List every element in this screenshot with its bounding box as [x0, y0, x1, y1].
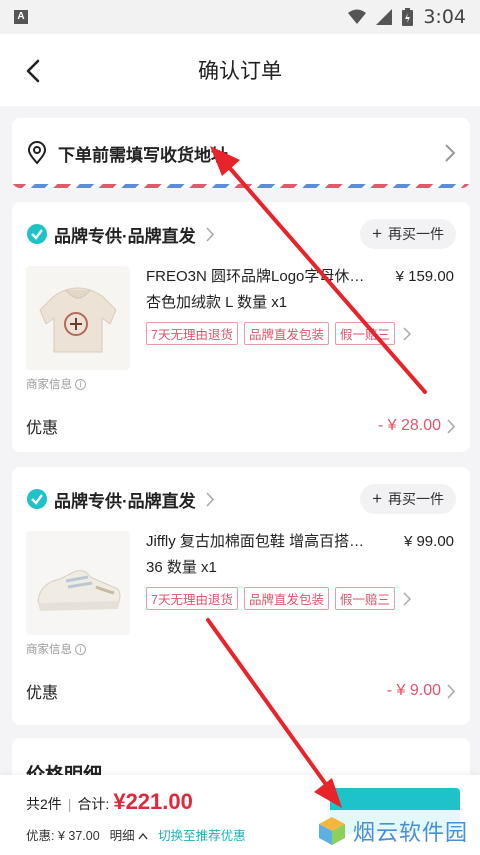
detail-label: 明细: [109, 829, 135, 843]
tag-return: 7天无理由退货: [146, 322, 238, 345]
item-count: 共2件: [26, 796, 62, 812]
product-name: FREO3N 圆环品牌Logo字母休闲连帽卫衣: [146, 268, 378, 285]
total-label: 合计:: [77, 796, 110, 812]
merchant-info-label: 商家信息: [26, 379, 72, 391]
chevron-right-icon: [447, 418, 456, 434]
buy-again-button[interactable]: + 再买一件: [360, 219, 456, 249]
chevron-right-icon: [403, 326, 411, 341]
tag-packaging: 品牌直发包装: [243, 587, 329, 610]
hoodie-image: [26, 266, 130, 370]
discount-row[interactable]: 优惠 - ¥ 28.00: [26, 406, 456, 446]
discount-label: 优惠: [26, 420, 59, 437]
chevron-right-icon: [447, 683, 456, 699]
cube-logo-icon: [318, 817, 345, 845]
brand-title[interactable]: 品牌专供·品牌直发: [54, 222, 196, 247]
merchant-info[interactable]: 商家信息 i: [26, 641, 456, 657]
buy-again-label: 再买一件: [388, 226, 444, 242]
brand-title[interactable]: 品牌专供·品牌直发: [54, 487, 196, 512]
product-spec: 36 数量 x1: [146, 559, 217, 576]
plus-icon: +: [372, 489, 382, 508]
service-tags[interactable]: 7天无理由退货 品牌直发包装 假一赔三: [146, 587, 456, 610]
page-title: 确认订单: [198, 60, 282, 83]
tag-guarantee: 假一赔三: [334, 587, 395, 610]
tag-guarantee: 假一赔三: [334, 322, 395, 345]
product-name: Jiffly 复古加棉面包鞋 增高百搭板鞋: [146, 533, 378, 550]
back-arrow-icon[interactable]: [20, 56, 50, 86]
discount-amount: - ¥ 28.00: [377, 417, 441, 434]
discount-row[interactable]: 优惠 - ¥ 9.00: [26, 671, 456, 711]
nav-bar: 确认订单: [0, 34, 480, 106]
location-pin-icon: [27, 141, 47, 165]
merchant-info[interactable]: 商家信息 i: [26, 376, 456, 392]
verified-badge-icon: [27, 489, 47, 509]
battery-icon: [402, 8, 414, 26]
signal-icon: [376, 9, 393, 25]
clock: 3:04: [423, 6, 466, 28]
discount-amount: - ¥ 9.00: [386, 682, 441, 699]
product-item[interactable]: FREO3N 圆环品牌Logo字母休闲连帽卫衣 杏色加绒款 L 数量 x1 7天…: [26, 266, 456, 374]
product-image[interactable]: [26, 266, 130, 370]
chevron-right-icon: [206, 226, 214, 242]
product-image[interactable]: [26, 531, 130, 635]
chevron-right-icon: [445, 144, 456, 162]
buy-again-label: 再买一件: [388, 491, 444, 507]
address-prompt: 下单前需填写收货地址: [58, 145, 228, 165]
tag-packaging: 品牌直发包装: [243, 322, 329, 345]
watermark-text: 烟云软件园: [352, 820, 468, 845]
store-header: 品牌专供·品牌直发 + 再买一件: [26, 202, 456, 266]
watermark: 烟云软件园: [310, 810, 474, 852]
store-card: 品牌专供·品牌直发 + 再买一件 FREO3N 圆环品牌Logo字母休闲连帽卫衣…: [12, 202, 470, 452]
store-card: 品牌专供·品牌直发 + 再买一件 Jiffly 复古加棉面包鞋 增高百搭板鞋 3…: [12, 467, 470, 725]
total-discount: 优惠: ¥ 37.00: [26, 829, 100, 843]
plus-icon: +: [372, 224, 382, 243]
merchant-info-label: 商家信息: [26, 644, 72, 656]
app-notification-icon: A: [14, 10, 28, 24]
product-price: ¥ 159.00: [395, 268, 454, 285]
airmail-border: [12, 184, 470, 188]
store-header: 品牌专供·品牌直发 + 再买一件: [26, 467, 456, 531]
tag-return: 7天无理由退货: [146, 587, 238, 610]
chevron-up-icon: [138, 832, 148, 840]
verified-badge-icon: [27, 224, 47, 244]
switch-recommended-discount-link[interactable]: 切换至推荐优惠: [158, 825, 246, 844]
chevron-right-icon: [403, 591, 411, 606]
product-item[interactable]: Jiffly 复古加棉面包鞋 增高百搭板鞋 36 数量 x1 7天无理由退货 品…: [26, 531, 456, 639]
divider: |: [67, 796, 72, 812]
info-icon: i: [75, 644, 86, 656]
status-icons: 3:04: [348, 6, 466, 28]
detail-toggle[interactable]: 明细: [110, 825, 149, 844]
wifi-icon: [348, 9, 367, 24]
sneaker-image: [26, 531, 130, 635]
info-icon: i: [75, 379, 86, 391]
product-spec: 杏色加绒款 L 数量 x1: [146, 294, 288, 311]
total-amount: ¥221.00: [113, 789, 193, 814]
service-tags[interactable]: 7天无理由退货 品牌直发包装 假一赔三: [146, 322, 456, 345]
product-price: ¥ 99.00: [403, 533, 454, 550]
status-bar: A 3:04: [0, 0, 480, 34]
chevron-right-icon: [206, 491, 214, 507]
buy-again-button[interactable]: + 再买一件: [360, 484, 456, 514]
discount-label: 优惠: [26, 685, 59, 702]
address-card[interactable]: 下单前需填写收货地址: [12, 118, 470, 188]
